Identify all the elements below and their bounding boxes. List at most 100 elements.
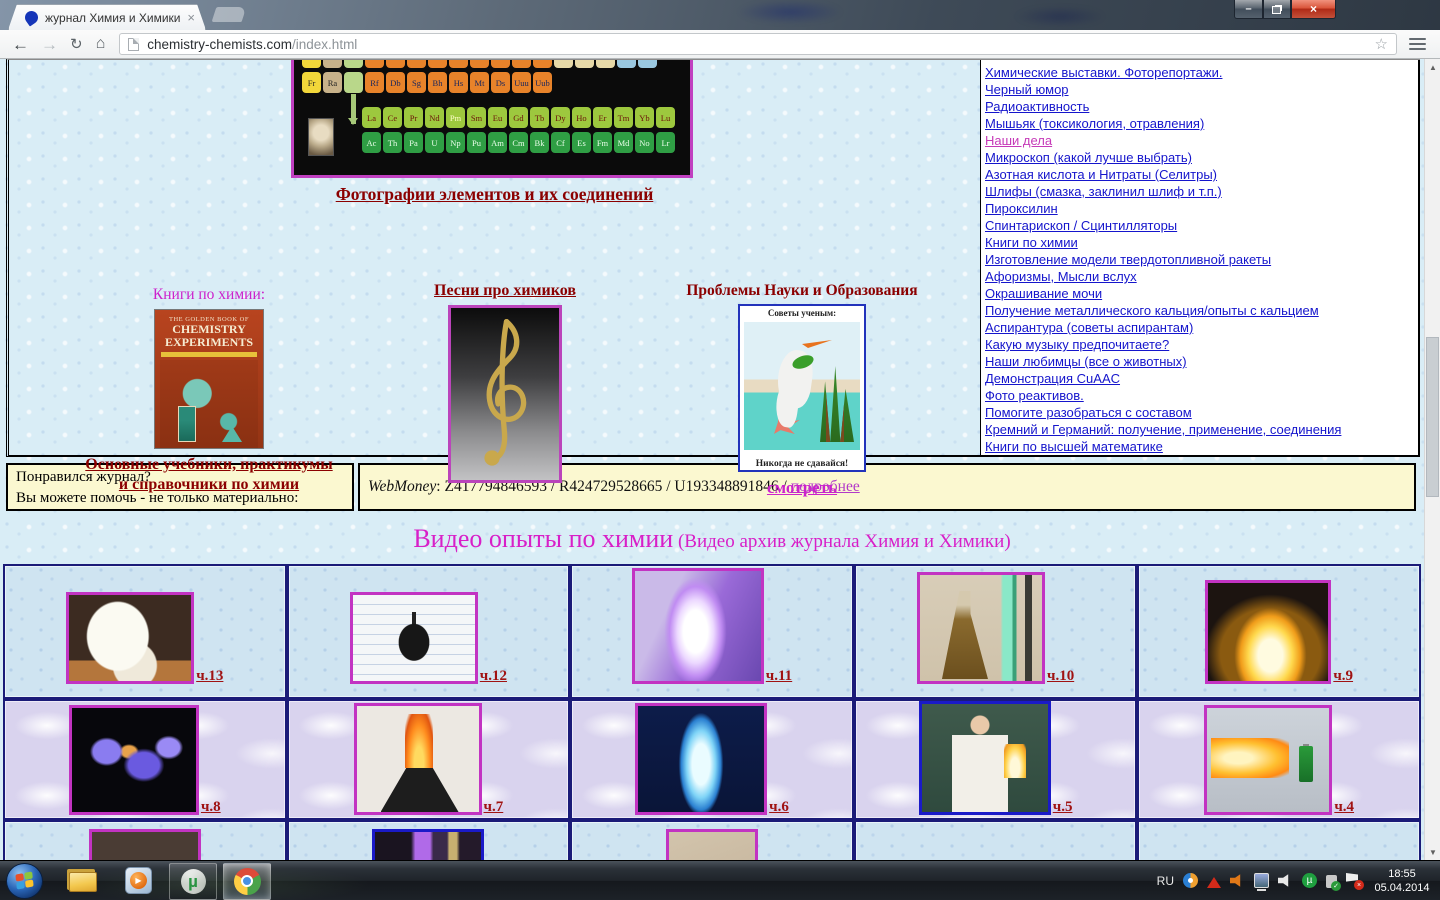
sidebar-link[interactable]: Химические выставки. Фоторепортажи.: [985, 64, 1416, 81]
sidebar-link[interactable]: Демонстрация CuAAC: [985, 370, 1416, 387]
sidebar-link[interactable]: Фото реактивов.: [985, 387, 1416, 404]
video-cell: ч.6: [570, 699, 854, 820]
textbooks-link[interactable]: Основные учебники, практикумыи справочни…: [67, 455, 351, 495]
sidebar-link[interactable]: Черный юмор: [985, 81, 1416, 98]
tray-utorrent-icon[interactable]: µ: [1302, 873, 1317, 888]
beige-partial-thumbnail[interactable]: [666, 829, 758, 860]
chemistry-book-cover[interactable]: THE GOLDEN BOOK OF CHEMISTRY EXPERIMENTS: [154, 309, 264, 449]
purple-column-thumbnail[interactable]: [372, 829, 484, 860]
sidebar-link[interactable]: Изготовление модели твердотопливной раке…: [985, 251, 1416, 268]
blue-glow-thumbnail[interactable]: [635, 703, 767, 815]
video-part-link[interactable]: ч.7: [484, 800, 504, 815]
periodic-caption-row: Фотографии элементов и их соединений: [9, 184, 980, 205]
forward-button[interactable]: →: [41, 36, 58, 53]
treble-clef-image[interactable]: [448, 305, 562, 483]
explorer-taskbar-icon[interactable]: [67, 869, 97, 892]
video-part-link[interactable]: ч.5: [1053, 800, 1073, 815]
video-cell: ч.7: [287, 699, 571, 820]
spray-can-flame-thumbnail[interactable]: [1204, 705, 1332, 815]
sidebar-link[interactable]: Радиоактивность: [985, 98, 1416, 115]
sidebar-link[interactable]: Наши дела: [985, 132, 1416, 149]
scrollbar-thumb[interactable]: [1426, 337, 1439, 497]
video-part-link[interactable]: ч.4: [1334, 800, 1354, 815]
pt-element-cell: [470, 60, 489, 68]
sidebar-link[interactable]: Афоризмы, Мысли вслух: [985, 268, 1416, 285]
book-cover-band: [161, 352, 257, 357]
chemist-songs-link[interactable]: Песни про химиков: [434, 282, 576, 299]
black-cylinder-thumbnail[interactable]: [350, 592, 478, 684]
stork-cartoon-image[interactable]: Советы ученым: Никогда не сдавайся!: [738, 304, 866, 472]
sidebar-link[interactable]: Мышьяк (токсикология, отравления): [985, 115, 1416, 132]
scrollbar[interactable]: ▲ ▼: [1424, 59, 1440, 860]
window-minimize-button[interactable]: –: [1234, 0, 1263, 19]
sidebar-link[interactable]: Аспирантура (советы аспирантам): [985, 319, 1416, 336]
glassware-thumbnail[interactable]: [89, 829, 201, 860]
flask-green-flame-thumbnail[interactable]: [917, 572, 1045, 684]
video-part-link[interactable]: ч.8: [201, 800, 221, 815]
browser-toolbar: ← → ↻ ⌂ chemistry-chemists.com/index.htm…: [0, 30, 1440, 59]
utorrent-taskbar-button[interactable]: µ: [169, 863, 217, 900]
browser-tab[interactable]: журнал Химия и Химики ×: [8, 4, 206, 30]
sidebar-link[interactable]: Какую музыку предпочитаете?: [985, 336, 1416, 353]
url-text[interactable]: chemistry-chemists.com/index.html: [147, 37, 357, 52]
chrome-taskbar-button[interactable]: [223, 863, 271, 900]
sidebar-link[interactable]: Шлифы (смазка, заклинил шлиф и т.п.): [985, 183, 1416, 200]
tray-gpu-icon[interactable]: [1207, 870, 1221, 888]
periodic-table-image[interactable]: FrRaRfDbSgBhHsMtDsUuuUub LaCePrNdPmSmEuG…: [291, 60, 693, 178]
yellow-sparks-thumbnail[interactable]: [1205, 580, 1331, 684]
new-tab-button[interactable]: [212, 7, 247, 22]
tab-close-icon[interactable]: ×: [187, 11, 195, 24]
scroll-up-arrow[interactable]: ▲: [1425, 59, 1440, 75]
blue-flames-thumbnail[interactable]: [69, 705, 199, 815]
sidebar-link[interactable]: Окрашивание мочи: [985, 285, 1416, 302]
reload-button[interactable]: ↻: [70, 37, 83, 52]
sidebar-link[interactable]: Получение металлического кальция/опыты с…: [985, 302, 1416, 319]
purple-flame-thumbnail[interactable]: [632, 568, 764, 684]
tray-volume-mixer-icon[interactable]: [1230, 873, 1245, 888]
back-button[interactable]: ←: [12, 36, 29, 53]
volcano-model-thumbnail[interactable]: [354, 703, 482, 815]
tray-app-icon[interactable]: [1183, 873, 1198, 888]
video-part-link[interactable]: ч.10: [1047, 669, 1074, 684]
home-button[interactable]: ⌂: [96, 36, 106, 52]
video-part-link[interactable]: ч.6: [769, 800, 789, 815]
window-close-button[interactable]: ×: [1291, 0, 1336, 19]
language-indicator[interactable]: RU: [1157, 874, 1174, 888]
sidebar-link[interactable]: Помогите разобраться с составом: [985, 404, 1416, 421]
white-foam-thumbnail[interactable]: [66, 592, 194, 684]
sidebar-link[interactable]: Кремний и Германий: получение, применени…: [985, 421, 1416, 438]
tray-usb-icon[interactable]: ✓: [1326, 875, 1337, 888]
lab-coat-flame-thumbnail[interactable]: [919, 701, 1051, 815]
watch-link[interactable]: смотреть: [767, 478, 837, 498]
scroll-down-arrow[interactable]: ▼: [1425, 844, 1440, 860]
window-restore-button[interactable]: [1263, 0, 1291, 19]
video-part-link[interactable]: ч.12: [480, 669, 507, 684]
sidebar-link[interactable]: Книги по химии: [985, 234, 1416, 251]
video-part-link[interactable]: ч.11: [766, 669, 792, 684]
sidebar-link[interactable]: Микроскоп (какой лучше выбрать): [985, 149, 1416, 166]
start-button[interactable]: [6, 863, 43, 899]
pt-element-cell: [386, 60, 405, 68]
media-player-taskbar-icon[interactable]: ▶: [125, 867, 152, 894]
taskbar-clock[interactable]: 18:55 05.04.2014: [1372, 867, 1438, 895]
sidebar-link[interactable]: Книги по высшей математике: [985, 438, 1416, 455]
restore-icon: [1272, 6, 1281, 14]
tray-network-icon[interactable]: [1254, 873, 1269, 888]
videos-title: Видео опыты по химии: [413, 524, 673, 553]
sidebar-link[interactable]: Пироксилин: [985, 200, 1416, 217]
sidebar-link[interactable]: Наши любимцы (все о животных): [985, 353, 1416, 370]
elements-photos-link[interactable]: Фотографии элементов и их соединений: [336, 184, 654, 204]
mendeleev-portrait-icon: [308, 118, 334, 156]
chrome-menu-button[interactable]: [1409, 38, 1426, 51]
sidebar-links: Химические выставки. Фоторепортажи.Черны…: [985, 64, 1416, 455]
tray-action-center-icon[interactable]: ×: [1346, 873, 1361, 888]
video-part-link[interactable]: ч.13: [196, 669, 223, 684]
videos-subtitle: (Видео архив журнала Химия и Химики): [673, 531, 1010, 552]
sidebar-link[interactable]: Спинтарископ / Сцинтилляторы: [985, 217, 1416, 234]
url-bar[interactable]: chemistry-chemists.com/index.html ☆: [119, 33, 1397, 55]
bookmark-star-icon[interactable]: ☆: [1375, 35, 1388, 53]
wallpaper-blur: [980, 0, 1140, 30]
sidebar-link[interactable]: Азотная кислота и Нитраты (Селитры): [985, 166, 1416, 183]
tray-speaker-icon[interactable]: [1278, 873, 1293, 888]
video-part-link[interactable]: ч.9: [1333, 669, 1353, 684]
